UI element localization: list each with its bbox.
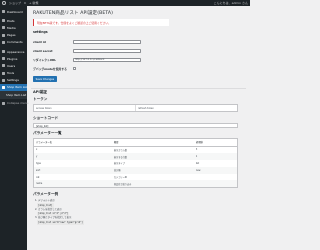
example-text: 3. 並び順とタイプを指定して表示 bbox=[35, 216, 72, 220]
table-row: cat カテゴリーID bbox=[34, 174, 238, 181]
api-auth-heading: API認証 bbox=[33, 90, 47, 95]
access-token-cell: access token bbox=[36, 106, 52, 110]
params-table: パラメーター名 概要 初期値 x 表示カラム数 3 y 表示する行数 1 typ… bbox=[33, 137, 238, 189]
table-row: sort 並び順 new bbox=[33, 166, 238, 174]
params-header-summary: 概要 bbox=[111, 138, 194, 147]
admin-bar-site-link[interactable]: ショップ bbox=[9, 1, 21, 5]
client-secret-input[interactable] bbox=[73, 48, 141, 53]
param-name: type bbox=[36, 161, 41, 165]
sidebar-item-tools[interactable]: Tools bbox=[0, 70, 27, 77]
token-heading: トークン bbox=[33, 97, 48, 102]
media-icon bbox=[2, 26, 5, 30]
submenu-item-shop-item-list[interactable]: Shop Item List bbox=[0, 92, 27, 98]
wrench-icon bbox=[2, 71, 5, 75]
settings-icon bbox=[2, 78, 5, 82]
save-button[interactable]: Save Changes bbox=[33, 76, 57, 82]
example-text: 2. カラムを指定して表示 bbox=[35, 207, 62, 211]
param-default: 1 bbox=[193, 153, 238, 161]
sidebar-item-appearance[interactable]: Appearance bbox=[0, 48, 27, 55]
param-summary: 表示タイプ bbox=[113, 162, 125, 166]
sidebar-submenu: Shop Item List bbox=[0, 91, 27, 100]
list-icon bbox=[2, 85, 5, 89]
example-heading: パラメーター例 bbox=[33, 192, 59, 197]
param-summary: カテゴリーID bbox=[113, 176, 128, 180]
admin-bar-new[interactable]: + 新規 bbox=[29, 1, 38, 5]
param-summary: 商品名で絞り込み bbox=[111, 180, 194, 188]
sidebar-item-users[interactable]: Users bbox=[0, 62, 27, 69]
example-text: 1. デフォルト表示 bbox=[35, 199, 55, 203]
sidebar-item-settings[interactable]: Settings bbox=[0, 77, 27, 84]
collapse-menu-button[interactable]: Collapse menu bbox=[0, 99, 28, 106]
client-id-row: client id bbox=[33, 37, 246, 46]
pin-icon bbox=[2, 19, 5, 23]
param-default bbox=[194, 174, 238, 181]
sidebar-item-posts[interactable]: Posts bbox=[0, 17, 27, 24]
client-secret-row: client secret bbox=[33, 46, 246, 55]
page-title: RAKUTEN商品リスト API設定(BETA) bbox=[33, 11, 114, 16]
table-row: y 表示する行数 1 bbox=[33, 153, 238, 161]
admin-bar-comments[interactable]: 0 bbox=[24, 1, 26, 5]
param-summary: 並び順 bbox=[111, 166, 194, 174]
redirect-url-row: リダイレクトURL http://127.0.0.1/callback bbox=[33, 55, 246, 64]
wordpress-logo[interactable] bbox=[2, 1, 6, 5]
param-name: sort bbox=[33, 166, 112, 174]
refresh-token-cell: refresh token bbox=[135, 105, 237, 111]
redirect-url-label: リダイレクトURL bbox=[33, 57, 56, 62]
param-default: 3 bbox=[195, 148, 198, 152]
debug-mode-label: デバッグmodeを使用する bbox=[33, 66, 67, 71]
admin-bar-account[interactable]: こんにちは、admin さん bbox=[214, 1, 248, 5]
example-code: [shop_list sort="new" type="grid"] bbox=[37, 220, 84, 225]
shortcode-field[interactable]: [shop_list] bbox=[33, 122, 238, 128]
params-header-default: 初期値 bbox=[193, 138, 238, 147]
client-id-input[interactable] bbox=[73, 39, 141, 44]
list-item: [shop_list sort="new" type="grid"] bbox=[35, 220, 246, 225]
param-name: name bbox=[33, 180, 112, 188]
comment-icon bbox=[2, 40, 5, 44]
params-header-name: パラメーター名 bbox=[33, 138, 112, 147]
collapse-icon bbox=[2, 101, 5, 105]
param-default bbox=[193, 180, 238, 188]
example-list: 1. デフォルト表示 [shop_list] 2. カラムを指定して表示 [sh… bbox=[35, 199, 246, 225]
client-id-label: client id bbox=[33, 39, 46, 44]
token-table: access token refresh token bbox=[33, 104, 238, 112]
dashboard-icon bbox=[2, 10, 5, 14]
param-name: x bbox=[36, 148, 38, 152]
table-row: type 表示タイプ list bbox=[34, 160, 238, 167]
sidebar-item-comments[interactable]: Comments bbox=[0, 39, 27, 46]
param-summary: 表示する行数 bbox=[111, 153, 194, 161]
debug-mode-row: デバッグmodeを使用する bbox=[33, 64, 246, 73]
shortcode-heading: ショートコード bbox=[33, 115, 59, 120]
param-default: new bbox=[193, 166, 238, 174]
wordpress-icon bbox=[2, 1, 6, 5]
table-row: name 商品名で絞り込み bbox=[33, 180, 238, 188]
sidebar-item-dashboard[interactable]: Dashboard bbox=[0, 8, 27, 15]
settings-heading: settings bbox=[33, 30, 48, 35]
sidebar-item-shop-item-list[interactable]: Shop Item List bbox=[0, 83, 28, 92]
admin-sidebar: Dashboard Posts Media Pages Comments App… bbox=[0, 6, 28, 250]
sidebar-item-media[interactable]: Media bbox=[0, 24, 27, 31]
param-default: list bbox=[195, 161, 200, 165]
main-content: RAKUTEN商品リスト API設定(BETA) 現在BETA版です。仕様をよく… bbox=[27, 6, 250, 250]
param-name: cat bbox=[36, 175, 40, 179]
table-row: x 表示カラム数 3 bbox=[34, 146, 238, 153]
plugin-icon bbox=[2, 57, 5, 61]
redirect-url-input[interactable]: http://127.0.0.1/callback bbox=[73, 57, 141, 62]
params-heading: パラメーター一覧 bbox=[33, 130, 62, 135]
param-summary: 表示カラム数 bbox=[113, 148, 127, 152]
param-name: y bbox=[33, 153, 112, 161]
beta-notice: 現在BETA版です。仕様をよくご確認の上ご使用ください。 bbox=[33, 19, 169, 27]
sidebar-item-plugins[interactable]: Plugins bbox=[0, 55, 27, 62]
sidebar-item-pages[interactable]: Pages bbox=[0, 32, 27, 39]
debug-mode-checkbox[interactable] bbox=[73, 67, 77, 71]
user-icon bbox=[2, 64, 5, 68]
client-secret-label: client secret bbox=[33, 48, 53, 53]
page-icon bbox=[2, 33, 5, 37]
brush-icon bbox=[2, 50, 5, 54]
